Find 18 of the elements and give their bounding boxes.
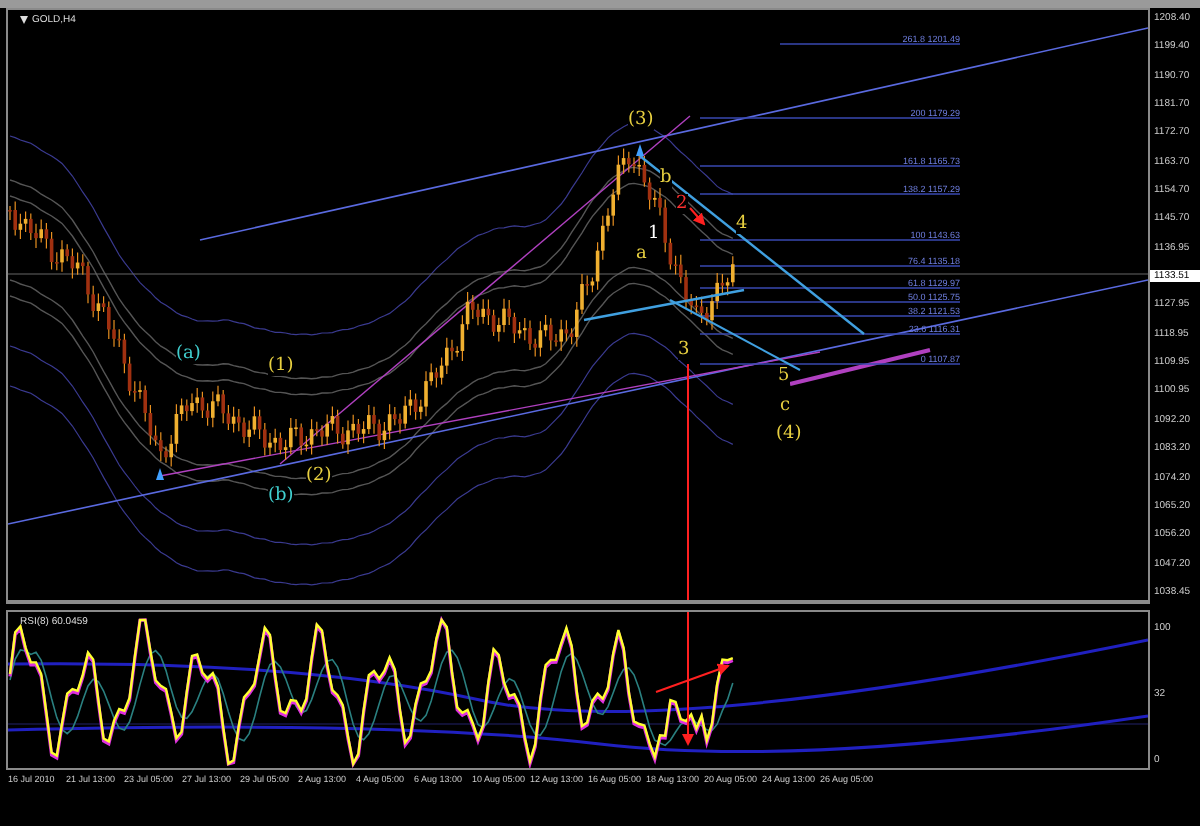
wave-label: (3) <box>628 110 654 130</box>
wave-label: (2) <box>306 466 332 486</box>
wave-label: (4) <box>776 424 802 444</box>
up-arrow-icon <box>156 468 164 480</box>
wave-label: (a) <box>176 344 201 364</box>
wave-label: (1) <box>268 356 294 376</box>
wave-label: 2 <box>676 194 688 214</box>
wave-label: 4 <box>736 214 748 234</box>
wave-label: c <box>780 396 791 416</box>
wave-label: b <box>660 168 672 188</box>
wave-label: 1 <box>648 224 660 244</box>
wave-label: 5 <box>778 366 790 386</box>
arrow <box>689 207 706 226</box>
up-arrow-icon <box>636 144 644 156</box>
wave-label: 3 <box>678 340 690 360</box>
wave-label: (b) <box>268 486 294 506</box>
wave-label: a <box>636 244 647 264</box>
triangle-icon <box>20 16 28 24</box>
